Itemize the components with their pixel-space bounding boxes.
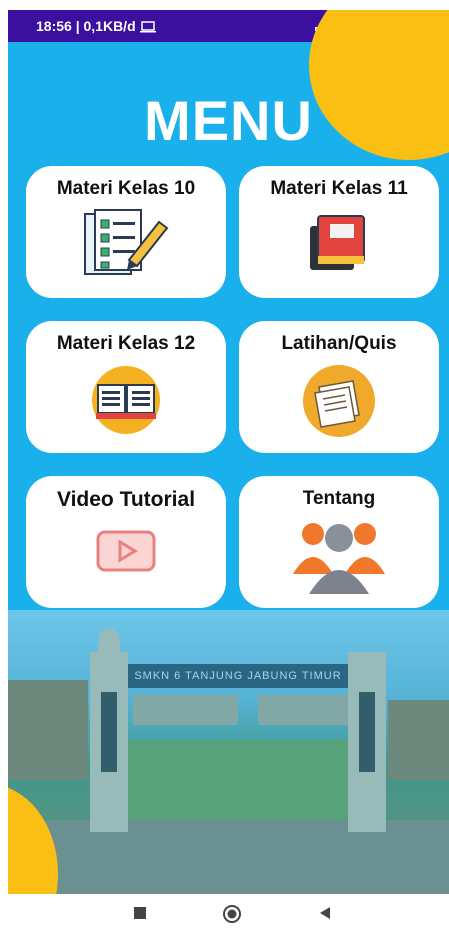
menu-card-video-tutorial[interactable]: Video Tutorial [26,476,226,608]
open-book-icon [92,366,160,434]
status-time-speed: 18:56 | 0,1KB/d [36,18,156,34]
school-gate-photo: SMKN 6 TANJUNG JABUNG TIMUR [8,610,449,894]
card-label: Video Tutorial [56,488,196,511]
system-nav-bar [0,894,449,929]
triangle-back-icon[interactable] [318,906,332,920]
square-icon[interactable] [133,906,147,920]
people-group-icon [293,523,385,594]
book-icon [310,215,365,270]
laptop-icon [139,21,156,33]
card-label: Materi Kelas 10 [56,178,196,199]
card-label: Tentang [302,488,376,509]
menu-card-materi-kelas-10[interactable]: Materi Kelas 10 [26,166,226,298]
card-label: Latihan/Quis [281,333,397,354]
circle-icon[interactable] [222,904,242,924]
app-screen: 18:56 | 0,1KB/d 40 ⚡ MENU Materi Kelas 1… [8,10,449,894]
card-label: Materi Kelas 11 [270,178,408,199]
checklist-pencil-icon [84,209,169,275]
play-icon [96,530,156,572]
menu-card-materi-kelas-11[interactable]: Materi Kelas 11 [239,166,439,298]
photo-overlay [8,610,449,894]
card-label: Materi Kelas 12 [56,333,196,354]
menu-card-tentang[interactable]: Tentang [239,476,439,608]
menu-card-materi-kelas-12[interactable]: Materi Kelas 12 [26,321,226,453]
papers-icon [303,365,375,437]
page-title: MENU [144,89,313,152]
menu-card-latihan-quis[interactable]: Latihan/Quis [239,321,439,453]
